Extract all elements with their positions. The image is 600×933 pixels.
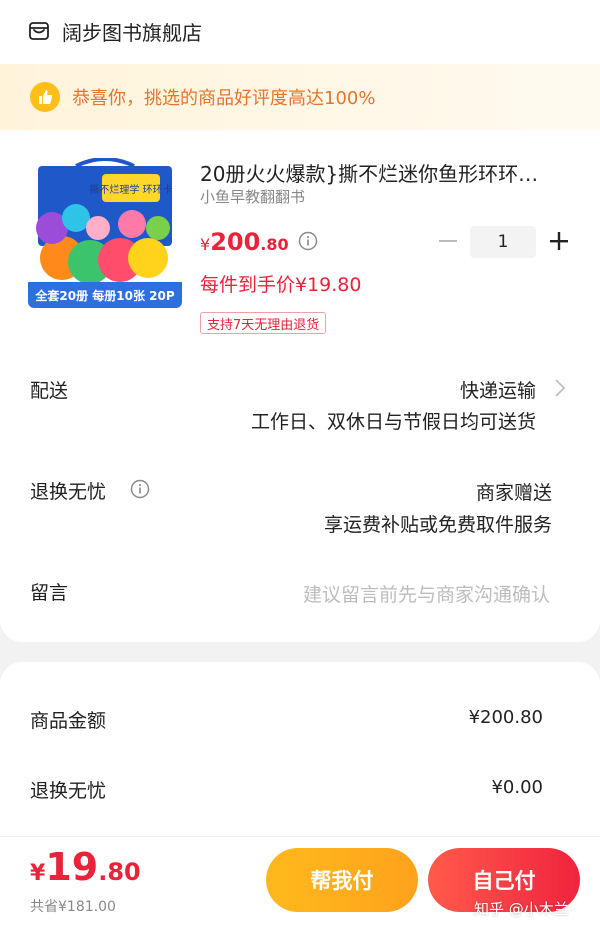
return-label: 退换无忧 bbox=[30, 481, 107, 503]
quantity-input[interactable]: 1 bbox=[470, 226, 536, 258]
product-subtitle: 小鱼早教翻翻书 bbox=[200, 188, 306, 206]
shop-icon bbox=[29, 22, 49, 40]
price-decimal: .80 bbox=[260, 235, 289, 254]
price-summary-card: 商品金额 ¥200.80 退换无忧 ¥0.00 bbox=[0, 662, 600, 862]
return-policy-tag: 支持7天无理由退货 bbox=[200, 312, 327, 334]
total-decimal: .80 bbox=[98, 858, 141, 886]
return-fee-label: 退换无忧 bbox=[30, 780, 107, 802]
return-value: 商家赠送 bbox=[475, 482, 552, 504]
delivery-note: 工作日、双休日与节假日均可送货 bbox=[250, 411, 536, 433]
price-currency: ¥ bbox=[200, 235, 211, 254]
box-label: 撕不烂理学 环环卡 bbox=[89, 183, 172, 196]
shop-name: 阔步图书旗舰店 bbox=[62, 20, 202, 45]
order-card: 阔步图书旗舰店 恭喜你，挑选的商品好评度高达100% 撕不烂理学 环环卡 全套2… bbox=[0, 0, 600, 642]
message-label: 留言 bbox=[30, 582, 69, 604]
chevron-right-icon[interactable] bbox=[554, 378, 566, 398]
unit-price: 每件到手价¥19.80 bbox=[200, 274, 362, 296]
price-integer: 200 bbox=[210, 228, 261, 256]
goods-amount-value: ¥200.80 bbox=[468, 707, 543, 728]
total-currency: ¥ bbox=[30, 861, 46, 886]
plus-icon bbox=[550, 232, 568, 250]
saved-amount: 共省¥181.00 bbox=[30, 899, 116, 915]
total-price: ¥ 19 .80 bbox=[30, 845, 141, 889]
shop-row[interactable]: 阔步图书旗舰店 bbox=[28, 14, 202, 48]
product-title[interactable]: 20册火火爆款}撕不烂迷你鱼形环环… bbox=[200, 158, 570, 187]
thumbs-up-icon bbox=[30, 82, 60, 112]
image-caption: 全套20册 每册10张 20P bbox=[28, 282, 182, 308]
message-input[interactable]: 建议留言前先与商家沟通确认 bbox=[303, 580, 550, 607]
product-image[interactable]: 撕不烂理学 环环卡 全套20册 每册10张 20P bbox=[28, 158, 182, 308]
return-fee-value: ¥0.00 bbox=[491, 777, 543, 798]
delivery-method[interactable]: 快递运输 bbox=[460, 376, 536, 403]
minus-icon bbox=[439, 240, 457, 242]
help-pay-button[interactable]: 帮我付 bbox=[266, 848, 418, 912]
quantity-decrease-button[interactable] bbox=[436, 227, 460, 255]
quantity-increase-button[interactable] bbox=[546, 227, 572, 255]
praise-text: 恭喜你，挑选的商品好评度高达100% bbox=[72, 88, 376, 109]
return-info-icon[interactable] bbox=[130, 479, 150, 499]
watermark: 知乎 @小木兰 bbox=[474, 900, 569, 918]
product-price: ¥ 200 .80 bbox=[200, 228, 289, 256]
total-integer: 19 bbox=[45, 845, 99, 889]
goods-amount-label: 商品金额 bbox=[30, 710, 107, 732]
delivery-label: 配送 bbox=[30, 380, 69, 402]
return-note: 享运费补贴或免费取件服务 bbox=[323, 514, 552, 536]
praise-banner: 恭喜你，挑选的商品好评度高达100% bbox=[0, 64, 600, 130]
price-info-icon[interactable] bbox=[298, 231, 318, 251]
